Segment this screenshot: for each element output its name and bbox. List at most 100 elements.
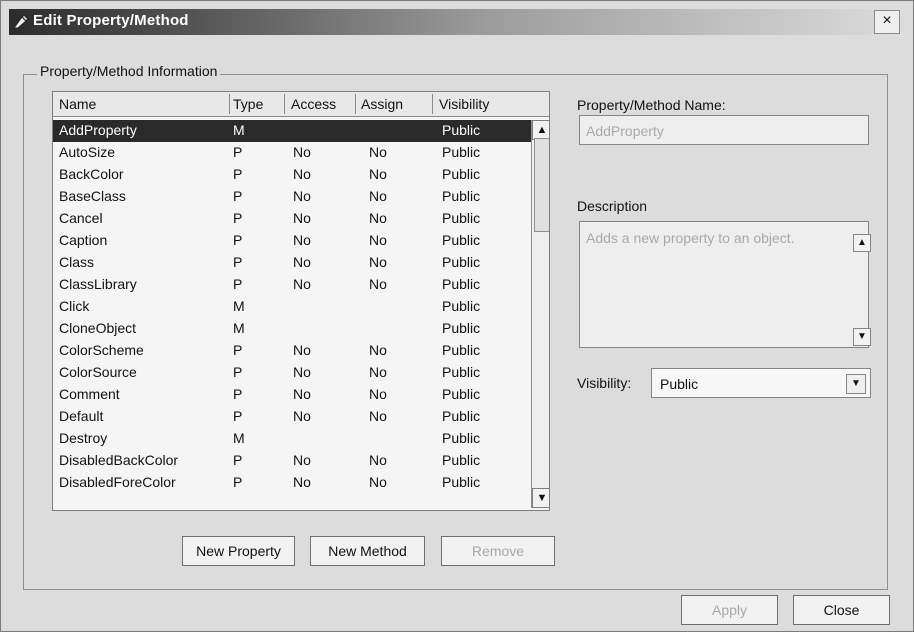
new-property-button[interactable]: New Property xyxy=(182,536,295,566)
list-row[interactable]: Caption P No No Public xyxy=(53,230,531,252)
column-header-access[interactable]: Access xyxy=(291,96,336,112)
row-visibility: Public xyxy=(442,144,481,160)
list-row[interactable]: Destroy M Public xyxy=(53,428,531,450)
groupbox-label: Property/Method Information xyxy=(37,63,221,79)
row-access: No xyxy=(293,276,311,292)
description-label: Description xyxy=(577,198,648,214)
column-header-type[interactable]: Type xyxy=(233,96,263,112)
row-assign: No xyxy=(369,452,387,468)
row-type: P xyxy=(233,364,243,380)
list-row[interactable]: ClassLibrary P No No Public xyxy=(53,274,531,296)
list-row[interactable]: ColorScheme P No No Public xyxy=(53,340,531,362)
list-row[interactable]: AutoSize P No No Public xyxy=(53,142,531,164)
row-type: P xyxy=(233,408,243,424)
edit-icon xyxy=(13,14,29,30)
row-name: Class xyxy=(59,254,95,270)
row-visibility: Public xyxy=(442,342,481,358)
apply-button[interactable]: Apply xyxy=(681,595,778,625)
list-row[interactable]: BaseClass P No No Public xyxy=(53,186,531,208)
row-name: AutoSize xyxy=(59,144,116,160)
row-visibility: Public xyxy=(442,254,481,270)
column-divider[interactable] xyxy=(432,94,433,114)
window-title: Edit Property/Method xyxy=(33,12,189,29)
chevron-down-icon[interactable]: ▼ xyxy=(846,374,866,394)
row-visibility: Public xyxy=(442,452,481,468)
row-visibility: Public xyxy=(442,122,481,138)
list-row[interactable]: Default P No No Public xyxy=(53,406,531,428)
list-rows: AddProperty M Public AutoSize P No No Public B… xyxy=(53,120,531,508)
row-type: P xyxy=(233,452,243,468)
description-scroll-down-icon[interactable]: ▼ xyxy=(853,328,871,346)
row-access: No xyxy=(293,144,311,160)
row-type: P xyxy=(233,342,243,358)
row-type: P xyxy=(233,210,243,226)
scroll-thumb[interactable] xyxy=(534,138,549,232)
new-method-button[interactable]: New Method xyxy=(310,536,425,566)
row-visibility: Public xyxy=(442,364,481,380)
row-name: ClassLibrary xyxy=(59,276,137,292)
column-divider[interactable] xyxy=(229,94,230,114)
edit-property-method-window: Edit Property/Method × Property/Method I… xyxy=(0,0,914,632)
scroll-up-icon[interactable]: ▲ xyxy=(532,120,549,140)
row-name: CloneObject xyxy=(59,320,137,336)
row-visibility: Public xyxy=(442,386,481,402)
list-row[interactable]: Click M Public xyxy=(53,296,531,318)
column-header-assign[interactable]: Assign xyxy=(361,96,403,112)
property-method-list[interactable]: Name Type Access Assign Visibility AddPr… xyxy=(52,91,550,511)
row-visibility: Public xyxy=(442,320,481,336)
row-type: P xyxy=(233,144,243,160)
list-row[interactable]: Comment P No No Public xyxy=(53,384,531,406)
row-visibility: Public xyxy=(442,166,481,182)
row-type: P xyxy=(233,254,243,270)
row-type: M xyxy=(233,122,245,138)
row-visibility: Public xyxy=(442,232,481,248)
row-access: No xyxy=(293,364,311,380)
scroll-down-icon[interactable]: ▼ xyxy=(532,488,549,508)
list-row[interactable]: CloneObject M Public xyxy=(53,318,531,340)
description-scroll-up-icon[interactable]: ▲ xyxy=(853,234,871,252)
row-name: Destroy xyxy=(59,430,108,446)
list-row[interactable]: ColorSource P No No Public xyxy=(53,362,531,384)
row-access: No xyxy=(293,408,311,424)
row-access: No xyxy=(293,254,311,270)
row-access: No xyxy=(293,210,311,226)
remove-button[interactable]: Remove xyxy=(441,536,555,566)
row-assign: No xyxy=(369,474,387,490)
row-visibility: Public xyxy=(442,276,481,292)
list-row[interactable]: DisabledForeColor P No No Public xyxy=(53,472,531,494)
column-header-name[interactable]: Name xyxy=(59,96,96,112)
row-name: DisabledForeColor xyxy=(59,474,176,490)
column-header-visibility[interactable]: Visibility xyxy=(439,96,489,112)
list-row[interactable]: Cancel P No No Public xyxy=(53,208,531,230)
visibility-select[interactable]: Public ▼ xyxy=(651,368,871,398)
row-visibility: Public xyxy=(442,474,481,490)
list-row[interactable]: DisabledBackColor P No No Public xyxy=(53,450,531,472)
column-divider[interactable] xyxy=(284,94,285,114)
property-method-name-field[interactable]: AddProperty xyxy=(579,115,869,145)
description-field[interactable]: Adds a new property to an object. xyxy=(579,221,869,348)
close-window-button[interactable]: × xyxy=(874,10,900,34)
row-name: AddProperty xyxy=(59,122,137,138)
list-row[interactable]: AddProperty M Public xyxy=(53,120,531,142)
list-scrollbar[interactable]: ▲ ▼ xyxy=(531,120,549,508)
row-name: BaseClass xyxy=(59,188,126,204)
list-row[interactable]: Class P No No Public xyxy=(53,252,531,274)
row-access: No xyxy=(293,386,311,402)
row-type: P xyxy=(233,474,243,490)
column-divider[interactable] xyxy=(355,94,356,114)
row-assign: No xyxy=(369,232,387,248)
row-assign: No xyxy=(369,254,387,270)
row-assign: No xyxy=(369,276,387,292)
list-row[interactable]: BackColor P No No Public xyxy=(53,164,531,186)
row-assign: No xyxy=(369,342,387,358)
row-type: M xyxy=(233,298,245,314)
row-name: Default xyxy=(59,408,104,424)
row-name: Comment xyxy=(59,386,120,402)
row-access: No xyxy=(293,232,311,248)
row-name: Caption xyxy=(59,232,108,248)
row-name: BackColor xyxy=(59,166,124,182)
close-button[interactable]: Close xyxy=(793,595,890,625)
row-type: P xyxy=(233,188,243,204)
row-assign: No xyxy=(369,210,387,226)
row-visibility: Public xyxy=(442,430,481,446)
